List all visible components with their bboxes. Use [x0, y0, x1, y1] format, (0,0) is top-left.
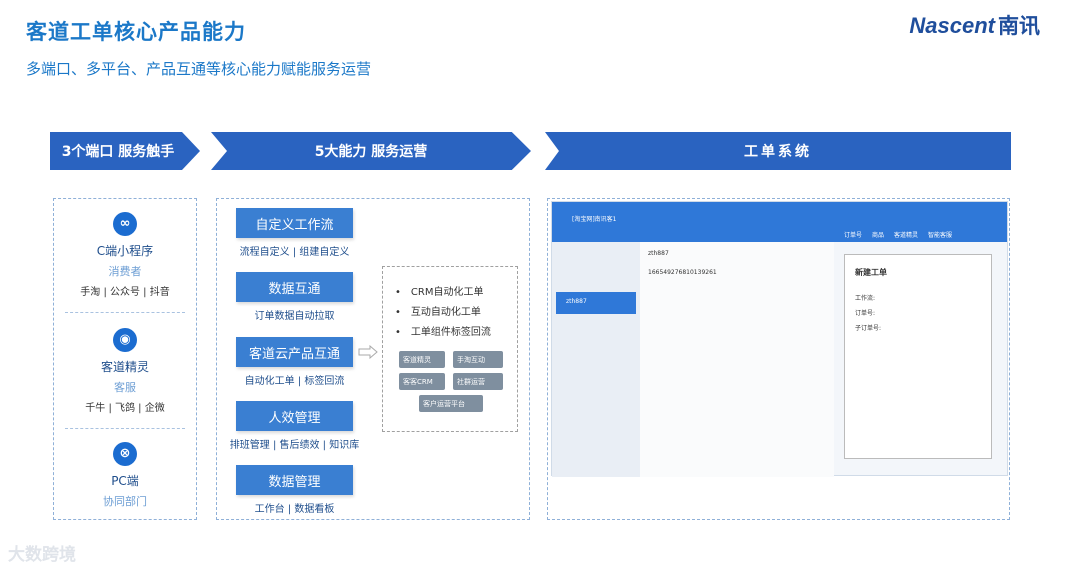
banner-ports: 3个端口 服务触手 — [50, 132, 200, 170]
product-chip: 客户运营平台 — [419, 395, 483, 412]
capability-workflow-sub: 流程自定义 | 组建自定义 — [239, 247, 350, 258]
mini-program-icon: ∞ — [113, 212, 137, 236]
capability-data-sync-sub: 订单数据自动拉取 — [254, 311, 335, 322]
page-subtitle: 多端口、多平台、产品互通等核心能力赋能服务运营 — [26, 60, 372, 78]
page-title: 客道工单核心产品能力 — [26, 20, 246, 44]
conversation-pane: zth887 166549276810139261 — [640, 242, 834, 477]
brand-logo: Nascent 南讯 — [909, 13, 1040, 38]
banner-system: 工单系统 — [545, 132, 1011, 170]
droplet-icon: ◉ — [113, 328, 137, 352]
endpoint-pc: ⊗ PC端 协同部门 — [53, 442, 197, 509]
arrow-right-icon — [358, 345, 378, 359]
app-tab[interactable]: 商品 — [872, 230, 884, 239]
product-chip: 社群运营 — [453, 373, 503, 390]
capability-efficiency: 人效管理 — [236, 401, 353, 431]
watermark: 大数跨境 — [8, 545, 76, 565]
ticket-system-screenshot: [淘宝网]南讯客1 订单号 商品 客道精灵 智能客服 zth887 zth887… — [551, 201, 1008, 477]
endpoint-kedao-sprite: ◉ 客道精灵 客服 千牛 | 飞鸽 | 企微 — [53, 328, 197, 414]
new-ticket-panel: 新建工单 工作流: 订单号: 子订单号: — [844, 254, 992, 459]
product-chip: 手淘互动 — [453, 351, 503, 368]
app-tabs: 订单号 商品 客道精灵 智能客服 — [844, 230, 952, 239]
app-tab[interactable]: 智能客服 — [928, 230, 952, 239]
divider — [65, 428, 185, 429]
capability-cloud-products-sub: 自动化工单 | 标签回流 — [244, 376, 345, 387]
capability-efficiency-sub: 排班管理 | 售后绩效 | 知识库 — [229, 440, 360, 451]
crm-integration-box: CRM自动化工单 互动自动化工单 工单组件标签回流 客道精灵 手淘互动 客客CR… — [382, 266, 518, 432]
capability-workflow: 自定义工作流 — [236, 208, 353, 238]
capability-data-management: 数据管理 — [236, 465, 353, 495]
app-header: [淘宝网]南讯客1 订单号 商品 客道精灵 智能客服 — [552, 202, 1007, 242]
link-icon: ⊗ — [113, 442, 137, 466]
crm-item: 互动自动化工单 — [395, 303, 517, 318]
banner-abilities: 5大能力 服务运营 — [211, 132, 531, 170]
contact-item[interactable]: zth887 — [556, 292, 636, 314]
app-tab[interactable]: 客道精灵 — [894, 230, 918, 239]
product-chip: 客道精灵 — [399, 351, 445, 368]
capability-cloud-products: 客道云产品互通 — [236, 337, 353, 367]
product-chip: 客客CRM — [399, 373, 445, 390]
app-tab[interactable]: 订单号 — [844, 230, 862, 239]
endpoint-mini-program: ∞ C端小程序 消费者 手淘 | 公众号 | 抖音 — [53, 212, 197, 298]
crm-item: 工单组件标签回流 — [395, 323, 517, 338]
capability-data-sync: 数据互通 — [236, 272, 353, 302]
crm-item: CRM自动化工单 — [395, 283, 517, 298]
capability-data-management-sub: 工作台 | 数据看板 — [254, 504, 335, 515]
divider — [65, 312, 185, 313]
contact-list — [552, 242, 640, 477]
